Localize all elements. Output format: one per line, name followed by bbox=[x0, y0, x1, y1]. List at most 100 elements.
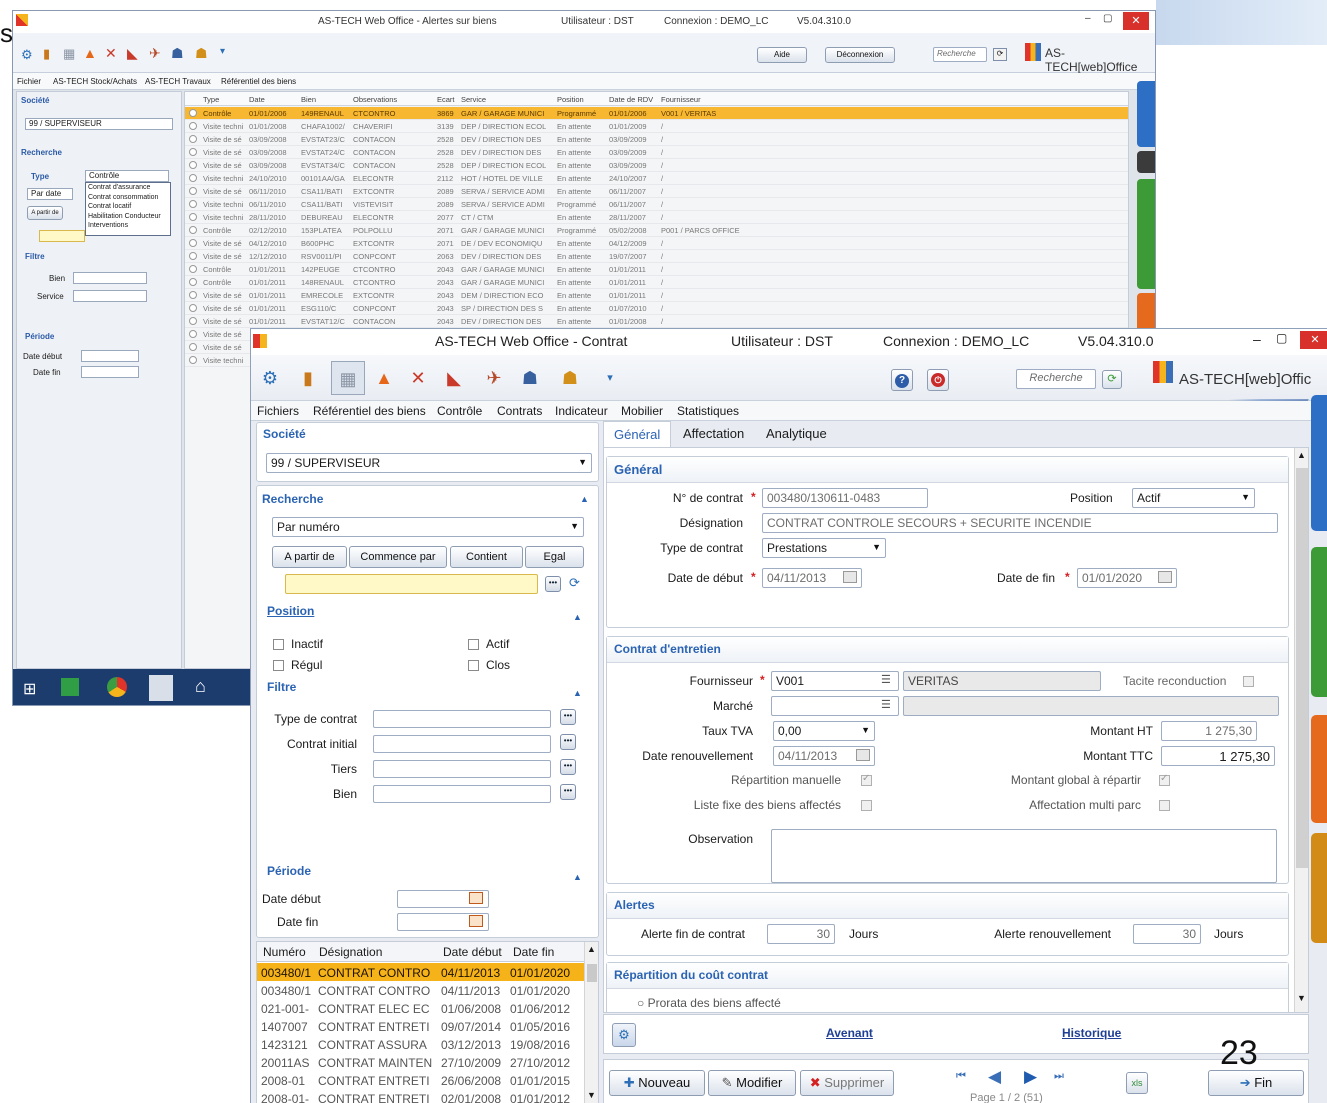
back-date-debut-input[interactable] bbox=[81, 350, 139, 362]
menu-statistiques[interactable]: Statistiques bbox=[677, 404, 739, 418]
bien-ellipsis-button[interactable]: ••• bbox=[560, 784, 576, 800]
last-page-icon[interactable]: ⏭ bbox=[1054, 1070, 1064, 1083]
row-radio[interactable] bbox=[189, 148, 197, 156]
contract-row[interactable]: 1423121 CONTRAT ASSURA 03/12/2013 19/08/201… bbox=[257, 1035, 584, 1053]
row-radio[interactable] bbox=[189, 213, 197, 221]
contract-row[interactable]: 2008-01 CONTRAT ENTRETI 26/06/2008 01/01/20… bbox=[257, 1071, 584, 1089]
next-page-icon[interactable]: ▶ bbox=[1024, 1067, 1037, 1087]
truck-icon[interactable]: ◣ bbox=[441, 365, 467, 391]
back-side-tab-orange[interactable] bbox=[1137, 293, 1155, 333]
dropdown-option[interactable]: Contrat locatif bbox=[88, 202, 170, 212]
back-menu-item[interactable]: AS-TECH Travaux bbox=[145, 77, 211, 86]
search-go-icon[interactable]: ⟳ bbox=[1102, 370, 1122, 389]
societe-select[interactable]: 99 / SUPERVISEUR bbox=[266, 453, 592, 473]
collapse-filtre-icon[interactable]: ▲ bbox=[573, 688, 582, 698]
bin-icon[interactable]: ▮ bbox=[43, 46, 50, 62]
montant-ttc-input[interactable]: 1 275,30 bbox=[1161, 746, 1275, 766]
detail-scrollbar[interactable]: ▲ ▼ bbox=[1294, 448, 1308, 1012]
modifier-button[interactable]: ✎ Modifier bbox=[708, 1070, 796, 1096]
row-radio[interactable] bbox=[189, 135, 197, 143]
alert-row[interactable]: Visite techni 24/10/2010 00101AA/GA ELECONT… bbox=[185, 172, 1128, 185]
alert-row[interactable]: Visite techni 06/11/2010 CSA11/BATI VISTEVI… bbox=[185, 198, 1128, 211]
back-search-field[interactable] bbox=[39, 230, 85, 242]
n-contrat-input[interactable]: 003480/130611-0483 bbox=[762, 488, 928, 508]
side-tab-green[interactable] bbox=[1311, 547, 1327, 697]
scroll-up-icon[interactable]: ▲ bbox=[587, 944, 596, 954]
cone-icon[interactable]: ▲ bbox=[371, 365, 397, 391]
back-close-button[interactable]: ✕ bbox=[1123, 12, 1149, 30]
date-debut-calendar-icon[interactable] bbox=[843, 571, 857, 583]
alert-row[interactable]: Visite de sé 01/01/2011 EMRECOLE EXTCONTR 20… bbox=[185, 289, 1128, 302]
tab-analytique[interactable]: Analytique bbox=[756, 421, 837, 447]
fournisseur-code-input[interactable]: V001 bbox=[771, 671, 899, 691]
grid-col-header[interactable]: Bien bbox=[301, 95, 316, 104]
alert-row[interactable]: Contrôle 01/01/2011 142PEUGE CTCONTRO 2043 GA… bbox=[185, 263, 1128, 276]
contract-row[interactable]: 1407007 CONTRAT ENTRETI 09/07/2014 01/05/20… bbox=[257, 1017, 584, 1035]
row-radio[interactable] bbox=[189, 252, 197, 260]
menu-fichiers[interactable]: Fichiers bbox=[257, 404, 299, 418]
scroll-down-icon[interactable]: ▼ bbox=[1297, 993, 1306, 1003]
alert-row[interactable]: Visite de sé 06/11/2010 CSA11/BATI EXTCONTR… bbox=[185, 185, 1128, 198]
refresh-icon[interactable]: ⟳ bbox=[569, 575, 580, 591]
row-radio[interactable] bbox=[189, 161, 197, 169]
alerte-fin-input[interactable]: 30 bbox=[767, 924, 835, 944]
people-icon[interactable]: ☗ bbox=[171, 45, 184, 62]
taux-tva-select[interactable]: 0,00 bbox=[773, 721, 875, 741]
menu-indicateur[interactable]: Indicateur bbox=[555, 404, 608, 418]
type-contrat-select[interactable]: Prestations bbox=[762, 538, 886, 558]
dropdown-option[interactable]: Contrat d'assurance bbox=[88, 183, 170, 193]
montant-ht-input[interactable]: 1 275,30 bbox=[1161, 721, 1257, 741]
row-radio[interactable] bbox=[189, 278, 197, 286]
collapse-periode-icon[interactable]: ▲ bbox=[573, 872, 582, 882]
alert-row[interactable]: Visite de sé 01/01/2011 ESG110/C CONPCONT 20… bbox=[185, 302, 1128, 315]
scroll-thumb[interactable] bbox=[587, 964, 597, 982]
type-contrat-filter-input[interactable] bbox=[373, 710, 551, 728]
back-menu-item[interactable]: AS-TECH Stock/Achats bbox=[53, 77, 137, 86]
back-bien-input[interactable] bbox=[73, 272, 147, 284]
crane-icon[interactable]: ✈ bbox=[149, 45, 161, 62]
contract-row[interactable]: 2008-01- CONTRAT ENTRETI 02/01/2008 01/01/2… bbox=[257, 1089, 584, 1103]
maximize-button[interactable]: ▢ bbox=[1276, 331, 1287, 345]
grid-col-header[interactable]: Observations bbox=[353, 95, 397, 104]
grid-col-header[interactable]: Date de RDV bbox=[609, 95, 653, 104]
row-radio[interactable] bbox=[189, 291, 197, 299]
montant-global-checkbox[interactable] bbox=[1159, 773, 1170, 786]
back-service-input[interactable] bbox=[73, 290, 147, 302]
grid-col-header[interactable]: Fournisseur bbox=[661, 95, 701, 104]
back-societe-select[interactable]: 99 / SUPERVISEUR bbox=[25, 118, 173, 130]
truck-icon[interactable]: ◣ bbox=[127, 45, 138, 62]
back-maximize-button[interactable]: ▢ bbox=[1103, 13, 1112, 24]
tools-cross-icon[interactable]: ✕ bbox=[405, 365, 431, 391]
date-fin-calendar-icon[interactable] bbox=[1158, 571, 1172, 583]
first-page-icon[interactable]: ⏮ bbox=[956, 1070, 966, 1083]
alert-row[interactable]: Visite de sé 12/12/2010 RSV0011/PI CONPCONT… bbox=[185, 250, 1128, 263]
liste-fixe-checkbox[interactable] bbox=[861, 800, 872, 811]
egal-button[interactable]: Egal bbox=[525, 546, 584, 568]
menu-mobilier[interactable]: Mobilier bbox=[621, 404, 663, 418]
supprimer-button[interactable]: ✖ Supprimer bbox=[800, 1070, 894, 1096]
search-ellipsis-button[interactable]: ••• bbox=[545, 576, 561, 592]
position-select[interactable]: Actif bbox=[1132, 488, 1255, 508]
back-side-tab-recherche[interactable] bbox=[1137, 179, 1155, 289]
menu-contrats[interactable]: Contrats bbox=[497, 404, 542, 418]
more-icon[interactable]: ▾ bbox=[597, 365, 623, 391]
alert-row[interactable]: Visite de sé 03/09/2008 EVSTAT24/C CONTACON… bbox=[185, 146, 1128, 159]
building-icon[interactable]: ▦ bbox=[63, 46, 75, 62]
chrome-icon[interactable] bbox=[107, 677, 127, 697]
back-menu-item[interactable]: Fichier bbox=[17, 77, 41, 86]
search-input[interactable]: Recherche bbox=[1016, 369, 1096, 389]
side-tab-blue[interactable] bbox=[1311, 395, 1327, 531]
app-taskbar-icon[interactable] bbox=[149, 675, 173, 701]
collapse-position-icon[interactable]: ▲ bbox=[573, 612, 582, 622]
crane-icon[interactable]: ✈ bbox=[481, 365, 507, 391]
alerte-renouvellement-input[interactable]: 30 bbox=[1133, 924, 1201, 944]
tools-icon[interactable]: ⚙ bbox=[21, 47, 33, 63]
affectation-multi-checkbox[interactable] bbox=[1159, 800, 1170, 811]
contient-button[interactable]: Contient bbox=[450, 546, 523, 568]
col-header-date-debut[interactable]: Date début bbox=[443, 945, 502, 959]
regul-checkbox[interactable] bbox=[273, 660, 284, 671]
store-icon[interactable] bbox=[61, 678, 79, 696]
more-icon[interactable]: ▾ bbox=[220, 46, 225, 57]
nouveau-button[interactable]: ✚ Nouveau bbox=[609, 1070, 705, 1096]
back-type-select[interactable]: Contrôle bbox=[85, 170, 169, 182]
